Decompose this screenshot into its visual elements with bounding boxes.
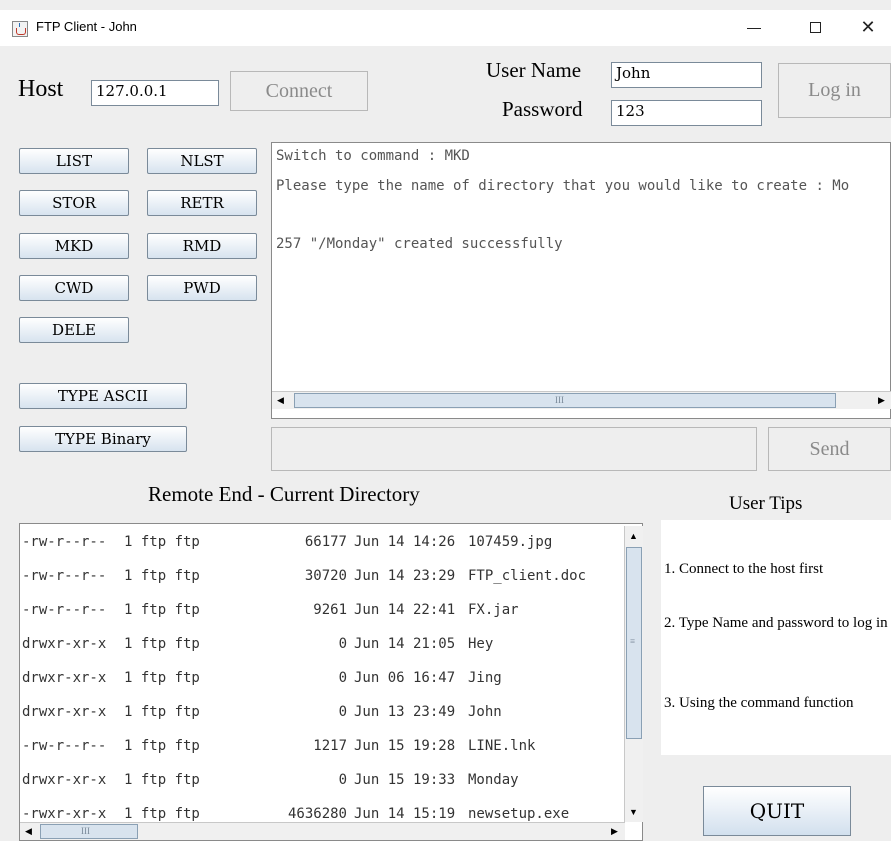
pwd-button[interactable]: PWD <box>147 275 257 301</box>
scroll-left-icon[interactable]: ◀ <box>20 823 37 840</box>
directory-row[interactable]: drwxr-xr-x 1 ftp ftp 0 Jun 06 16:47 Jing <box>22 668 622 702</box>
java-app-icon <box>12 21 28 37</box>
console-line: Please type the name of directory that y… <box>276 178 850 194</box>
scroll-left-icon[interactable]: ◀ <box>272 392 289 409</box>
directory-row[interactable]: -rw-r--r-- 1 ftp ftp 1217 Jun 15 19:28 LINE.… <box>22 736 622 770</box>
stor-button[interactable]: STOR <box>19 190 129 216</box>
maximize-button[interactable] <box>793 10 839 46</box>
directory-row[interactable]: drwxr-xr-x 1 ftp ftp 0 Jun 13 23:49 John <box>22 702 622 736</box>
minimize-icon <box>747 28 761 29</box>
grip-icon: III <box>555 395 564 405</box>
quit-button[interactable]: QUIT <box>703 786 851 836</box>
type-ascii-button[interactable]: TYPE ASCII <box>19 383 187 409</box>
password-input[interactable]: 123 <box>611 100 762 126</box>
mkd-button[interactable]: MKD <box>19 233 129 259</box>
directory-row[interactable]: -rw-r--r-- 1 ftp ftp 66177 Jun 14 14:26 1074… <box>22 532 622 566</box>
window-title: FTP Client - John <box>36 19 137 34</box>
login-button[interactable]: Log in <box>778 63 891 118</box>
username-label: User Name <box>486 58 582 82</box>
directory-horizontal-scrollbar[interactable]: ◀ III ▶ <box>20 822 625 840</box>
close-button[interactable]: ✕ <box>845 10 891 46</box>
username-input[interactable]: John <box>611 62 762 88</box>
console-line: 257 "/Monday" created successfully <box>276 236 563 252</box>
connect-button[interactable]: Connect <box>230 71 368 111</box>
tip-item: 3. Using the command function <box>664 695 854 711</box>
rmd-button[interactable]: RMD <box>147 233 257 259</box>
host-input[interactable]: 127.0.0.1 <box>91 80 219 106</box>
tip-item: 1. Connect to the host first <box>664 561 824 577</box>
console-horizontal-scrollbar[interactable]: ◀ III ▶ <box>272 391 891 409</box>
user-tips-title: User Tips <box>729 493 803 514</box>
cwd-button[interactable]: CWD <box>19 275 129 301</box>
nlst-button[interactable]: NLST <box>147 148 257 174</box>
console-line: Switch to command : MKD <box>276 148 470 164</box>
scroll-down-icon[interactable]: ▼ <box>625 804 642 821</box>
scroll-right-icon[interactable]: ▶ <box>606 823 623 840</box>
title-bar[interactable]: FTP Client - John ✕ <box>0 10 891 46</box>
user-tips-panel: 1. Connect to the host first 2. Type Nam… <box>661 520 891 755</box>
host-label: Host <box>18 76 64 102</box>
directory-vertical-scrollbar[interactable]: ▲ ≡ ▼ <box>624 526 643 822</box>
maximize-icon <box>810 22 821 33</box>
directory-vscroll-thumb[interactable]: ≡ <box>626 547 642 739</box>
command-input[interactable] <box>271 427 757 471</box>
directory-row[interactable]: -rw-r--r-- 1 ftp ftp 30720 Jun 14 23:29 FTP_… <box>22 566 622 600</box>
console-output[interactable]: Switch to command : MKD Please type the … <box>271 142 891 419</box>
list-button[interactable]: LIST <box>19 148 129 174</box>
retr-button[interactable]: RETR <box>147 190 257 216</box>
minimize-button[interactable] <box>731 10 777 46</box>
directory-hscroll-thumb[interactable]: III <box>40 824 138 839</box>
password-label: Password <box>502 97 583 121</box>
grip-icon: ≡ <box>630 636 636 646</box>
tip-item: 2. Type Name and password to log in <box>664 615 888 631</box>
dele-button[interactable]: DELE <box>19 317 129 343</box>
grip-icon: III <box>81 826 90 836</box>
scroll-up-icon[interactable]: ▲ <box>625 528 642 545</box>
ftp-client-window: FTP Client - John ✕ Host 127.0.0.1 Conne… <box>0 0 891 841</box>
type-binary-button[interactable]: TYPE Binary <box>19 426 187 452</box>
console-scroll-thumb[interactable]: III <box>294 393 836 408</box>
remote-directory-list[interactable]: -rw-r--r-- 1 ftp ftp 66177 Jun 14 14:26 1074… <box>19 523 643 841</box>
remote-directory-title: Remote End - Current Directory <box>148 482 420 506</box>
directory-row[interactable]: drwxr-xr-x 1 ftp ftp 0 Jun 14 21:05 Hey <box>22 634 622 668</box>
send-button[interactable]: Send <box>768 427 891 471</box>
directory-row[interactable]: -rw-r--r-- 1 ftp ftp 9261 Jun 14 22:41 FX.ja… <box>22 600 622 634</box>
close-icon: ✕ <box>860 17 876 38</box>
directory-row[interactable]: drwxr-xr-x 1 ftp ftp 0 Jun 15 19:33 Monday <box>22 770 622 804</box>
scroll-right-icon[interactable]: ▶ <box>873 392 890 409</box>
